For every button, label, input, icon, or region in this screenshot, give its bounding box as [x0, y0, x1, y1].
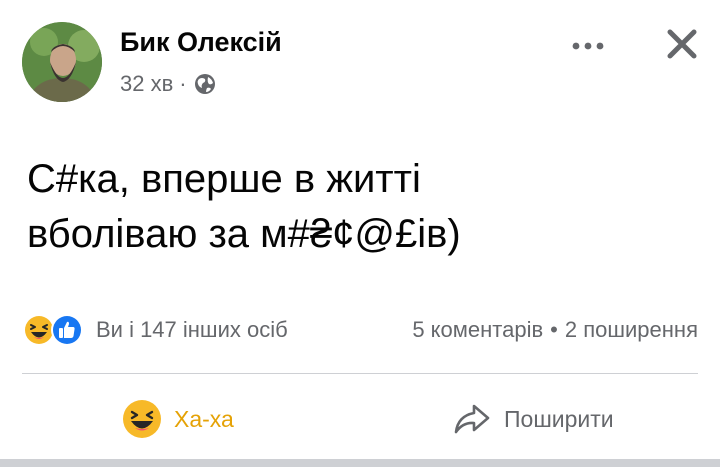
- avatar[interactable]: [22, 22, 102, 102]
- counts-separator: •: [550, 317, 558, 342]
- meta-separator: ·: [179, 71, 187, 96]
- actions-divider: [22, 373, 698, 374]
- post-meta: 32 хв ·: [120, 70, 217, 98]
- share-label: Поширити: [504, 405, 614, 432]
- author-name[interactable]: Бик Олексій: [120, 27, 282, 58]
- post-text: С#ка, вперше в житті вболіваю за м#₴¢@£і…: [27, 152, 687, 262]
- bottom-separator-bar: [0, 459, 720, 467]
- shares-count[interactable]: 2 поширення: [565, 317, 698, 343]
- engagement-counts: 5 коментарів • 2 поширення: [412, 312, 698, 348]
- post-text-line-1: С#ка, вперше в житті: [27, 157, 421, 201]
- reactions-summary-text: Ви і 147 інших осіб: [96, 317, 288, 342]
- share-button[interactable]: Поширити: [452, 390, 614, 448]
- post-time[interactable]: 32 хв: [120, 71, 173, 97]
- post-text-line-2: вболіваю за м#₴¢@£ів): [27, 212, 461, 256]
- globe-icon: [194, 74, 215, 94]
- close-icon: [667, 29, 697, 59]
- reaction-icons: [22, 313, 92, 347]
- share-arrow-icon: [454, 404, 490, 434]
- haha-emoji-icon: [123, 400, 161, 438]
- haha-label: Ха-ха: [174, 405, 234, 432]
- haha-button[interactable]: Ха-ха: [122, 390, 234, 448]
- like-reaction-icon: [51, 314, 83, 346]
- more-button[interactable]: [566, 32, 610, 60]
- post-header: Бик Олексій 32 хв ·: [22, 22, 702, 102]
- close-button[interactable]: [662, 24, 702, 64]
- more-icon: [572, 42, 604, 50]
- avatar-photo-icon: [22, 22, 102, 102]
- comments-count[interactable]: 5 коментарів: [412, 317, 543, 343]
- reactions-summary[interactable]: Ви і 147 інших осіб: [22, 312, 288, 348]
- post-stats: Ви і 147 інших осіб 5 коментарів • 2 пош…: [22, 312, 698, 348]
- post-actions: Ха-ха Поширити: [22, 390, 698, 448]
